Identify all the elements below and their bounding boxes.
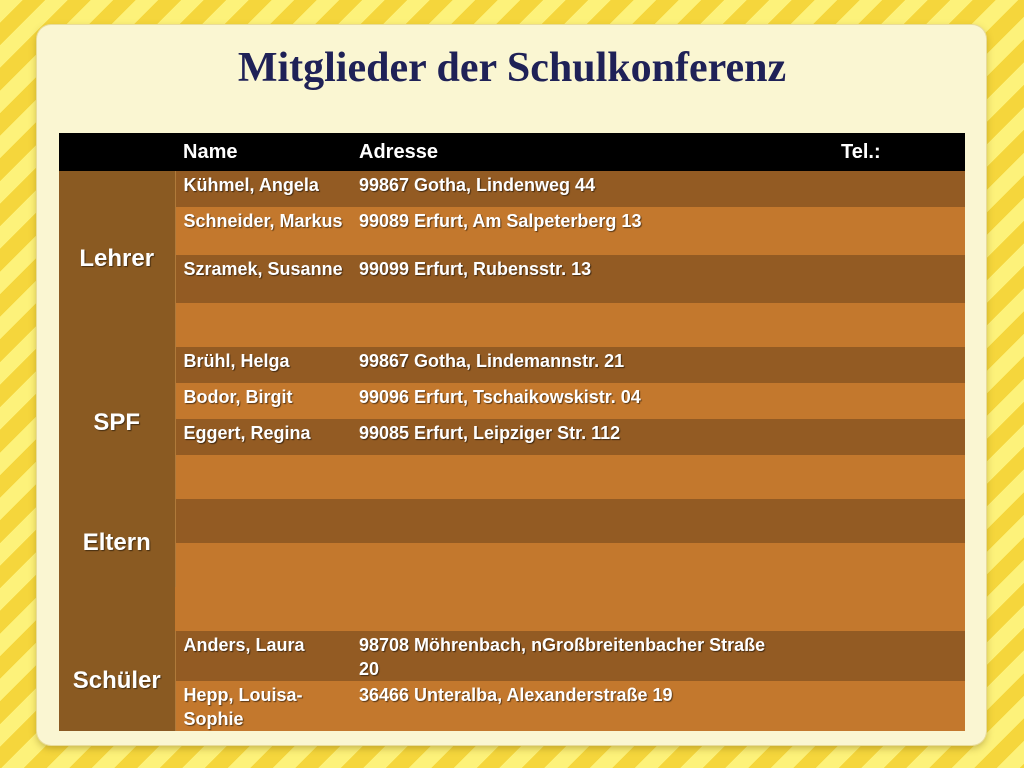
member-address: 98708 Möhrenbach, nGroßbreitenbacher Str… [351,631,775,681]
group-label-eltern: Eltern [59,499,176,587]
table-row: Szramek, Susanne 99099 Erfurt, Rubensstr… [59,255,965,303]
table-row: Schneider, Markus 99089 Erfurt, Am Salpe… [59,207,965,255]
empty-cell [175,455,965,499]
member-phone [775,631,965,681]
table-row-empty [59,303,965,347]
member-phone [775,207,965,255]
members-table: Name Adresse Tel.: Lehrer Kühmel, Angela… [59,133,965,731]
member-phone [775,347,965,383]
member-name: Szramek, Susanne [175,255,351,303]
member-name: Anders, Laura [175,631,351,681]
member-name: Eggert, Regina [175,419,351,455]
group-label-lehrer: Lehrer [59,171,176,347]
empty-group-cell [59,587,175,631]
member-address: 99099 Erfurt, Rubensstr. 13 [351,255,775,303]
empty-cell [175,587,965,631]
table-row-empty [59,543,965,587]
header-phone: Tel.: [841,140,881,163]
page-title: Mitglieder der Schulkonferenz [237,45,787,91]
member-address: 99085 Erfurt, Leipziger Str. 112 [351,419,775,455]
member-phone [775,383,965,419]
table-row: Hepp, Louisa-Sophie 36466 Unteralba, Ale… [59,681,965,731]
member-name: Hepp, Louisa-Sophie [175,681,351,731]
table-row: Lehrer Kühmel, Angela 99867 Gotha, Linde… [59,171,965,347]
table-row: Schüler Anders, Laura 98708 Möhrenbach, … [59,631,965,731]
member-name: Bodor, Birgit [175,383,351,419]
member-name: Schneider, Markus [175,207,351,255]
member-name: Brühl, Helga [175,347,351,383]
empty-cell [175,303,965,347]
header-name: Name [183,140,238,163]
header-address: Adresse [359,140,438,163]
header-group [59,133,175,171]
table-row-empty [59,587,965,631]
table-row-empty: Eltern [59,499,965,587]
table-row: SPF Brühl, Helga 99867 Gotha, Lindemanns… [59,347,965,499]
table-row: Bodor, Birgit 99096 Erfurt, Tschaikowski… [59,383,965,419]
member-address: 99089 Erfurt, Am Salpeterberg 13 [351,207,775,255]
member-phone [775,419,965,455]
member-address: 99867 Gotha, Lindemannstr. 21 [351,347,775,383]
table-header-row: Name Adresse Tel.: [59,133,965,171]
member-phone [775,171,965,207]
member-phone [775,255,965,303]
group-label-schueler: Schüler [59,631,176,731]
member-phone [775,681,965,731]
table-row: Eggert, Regina 99085 Erfurt, Leipziger S… [59,419,965,455]
empty-cell [175,499,965,543]
table-row-empty [59,455,965,499]
member-address: 99867 Gotha, Lindenweg 44 [351,171,775,207]
member-name: Kühmel, Angela [175,171,351,207]
member-address: 36466 Unteralba, Alexanderstraße 19 [351,681,775,731]
member-address: 99096 Erfurt, Tschaikowskistr. 04 [351,383,775,419]
empty-cell [175,543,965,587]
group-label-spf: SPF [59,347,176,499]
